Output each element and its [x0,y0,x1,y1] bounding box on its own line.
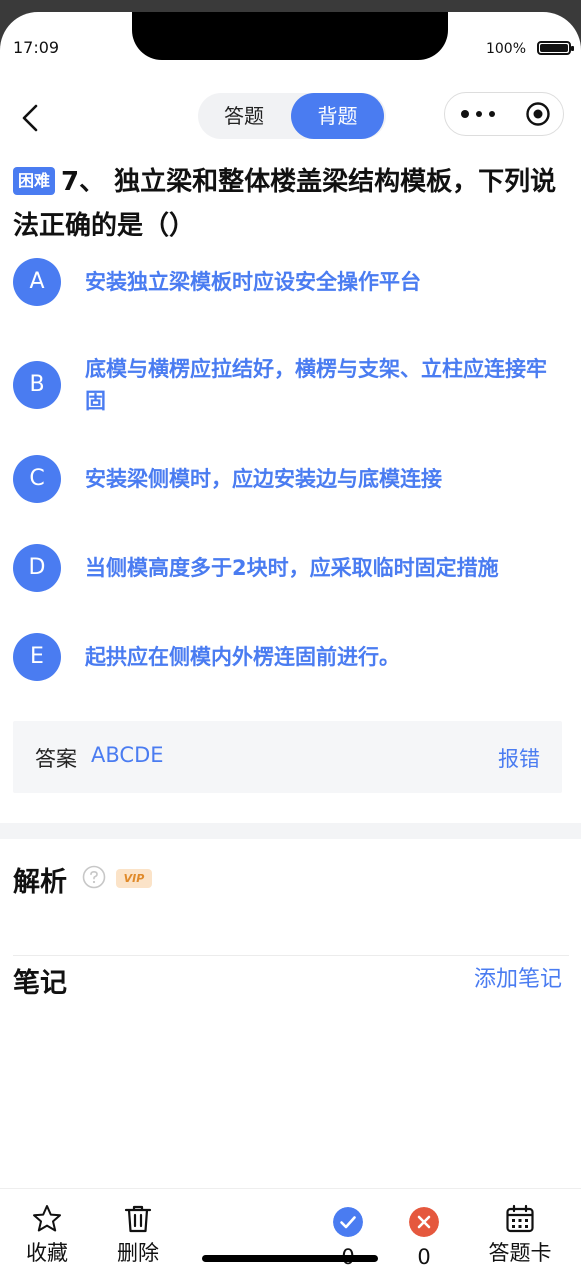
wrong-counter: 0 [404,1203,444,1269]
option-letter: E [13,633,61,681]
divider [13,955,569,956]
x-circle-icon [409,1207,439,1237]
battery-icon [537,41,574,55]
option-text: 当侧模高度多于2块时，应采取临时固定措施 [85,556,499,580]
phone-screen: 17:09 100% 答题 背题 困难 7、 独立梁和整体楼盖梁结构模板，下列说… [0,12,581,1278]
answer-card-label: 答题卡 [488,1241,552,1265]
battery-percent: 100% [485,41,526,57]
check-circle-icon [333,1207,363,1237]
answer-label: 答案 [35,747,77,771]
question-text: 7、 独立梁和整体楼盖梁结构模板，下列说法正确的是（） [13,167,557,241]
nav-bar: 答题 背题 [0,90,581,146]
back-button[interactable] [16,100,46,136]
option-letter: B [13,361,61,409]
status-time: 17:09 [13,38,60,57]
mini-program-capsule [444,92,564,136]
home-indicator [202,1255,378,1262]
notes-title: 笔记 [13,968,67,999]
mode-switch: 答题 背题 [198,93,386,139]
star-icon [33,1205,61,1232]
trash-icon [124,1205,152,1233]
favorite-label: 收藏 [26,1241,68,1265]
option-text: 起拱应在侧模内外楞连固前进行。 [85,645,400,669]
analysis-title: 解析 [13,867,67,898]
chevron-left-icon [22,104,38,132]
favorite-button[interactable]: 收藏 [20,1203,74,1267]
delete-label: 删除 [117,1241,159,1265]
calendar-icon [506,1204,534,1233]
option-letter: D [13,544,61,592]
option-letter: C [13,455,61,503]
difficulty-badge: 困难 [13,167,56,195]
help-icon[interactable] [82,865,106,889]
tab-answer[interactable]: 答题 [198,93,290,139]
option-text: 安装梁侧模时，应边安装边与底模连接 [85,467,442,491]
add-note-button[interactable]: 添加笔记 [474,961,562,993]
answer-box: 答案 ABCDE 报错 [13,721,562,793]
tab-recite[interactable]: 背题 [291,93,384,139]
more-icon[interactable] [459,103,499,125]
report-error-button[interactable]: 报错 [498,743,540,773]
vip-badge: VIP [116,869,152,888]
bottom-toolbar: 收藏 删除 0 0 [0,1188,581,1278]
option-text: 安装独立梁模板时应设安全操作平台 [85,270,421,294]
option-text: 底模与横楞应拉结好，横楞与支架、立柱应连接牢固 [85,357,547,413]
close-target-icon[interactable] [525,101,551,127]
section-divider [0,823,581,839]
wrong-count: 0 [417,1245,431,1269]
answer-value: ABCDE [91,743,164,767]
option-letter: A [13,258,61,306]
answer-card-button[interactable]: 答题卡 [480,1203,560,1267]
question-title: 困难 7、 独立梁和整体楼盖梁结构模板，下列说法正确的是（） [13,160,561,248]
delete-button[interactable]: 删除 [111,1203,165,1267]
notch [132,12,448,60]
